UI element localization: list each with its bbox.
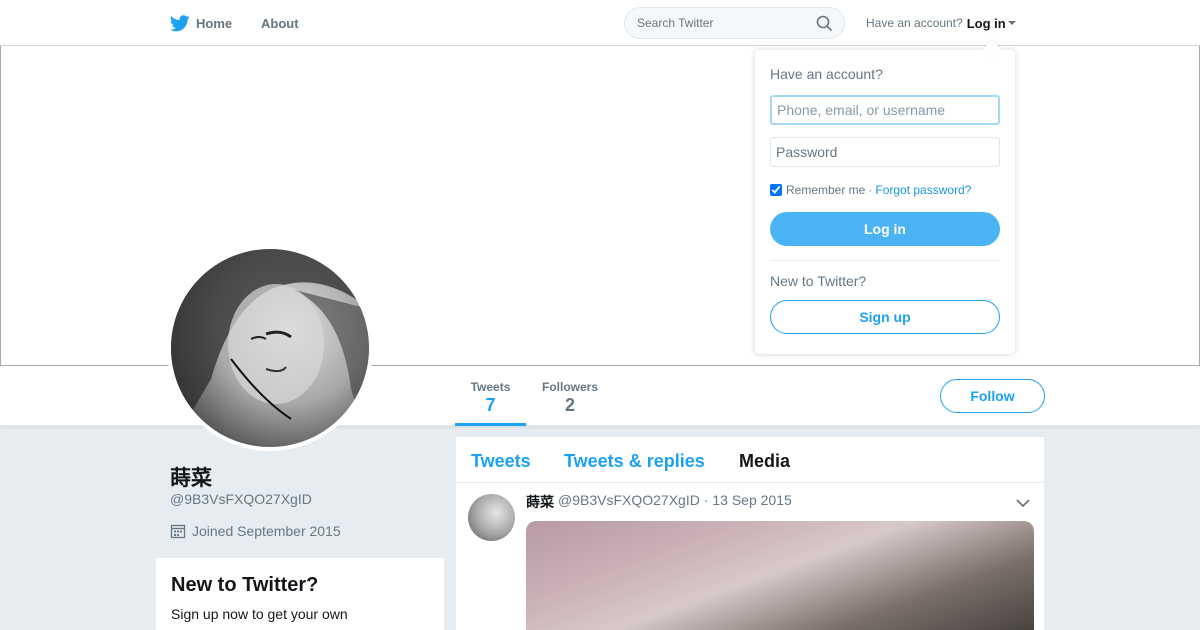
search-icon[interactable] [816, 15, 833, 37]
twitter-bird-icon [170, 14, 190, 32]
profile-name[interactable]: 蒔菜 [170, 462, 212, 492]
separator-dot: · [868, 183, 873, 197]
nav-about-link[interactable]: About [261, 0, 299, 46]
chevron-down-icon[interactable] [1016, 495, 1030, 513]
profile-handle: @9B3VsFXQO27XgID [170, 491, 312, 507]
new-card-text: Sign up now to get your own [171, 606, 348, 622]
stat-tweets-label: Tweets [470, 380, 511, 394]
login-dropdown: Have an account? Remember me · Forgot pa… [755, 40, 1015, 354]
top-nav-bar: Home About Have an account? Log in [0, 0, 1200, 46]
tweet-avatar[interactable] [468, 494, 515, 541]
tweet-date[interactable]: · 13 Sep 2015 [704, 492, 792, 512]
stat-followers-value: 2 [564, 395, 575, 415]
have-account-text: Have an account? [866, 16, 963, 30]
new-to-twitter-text: New to Twitter? [770, 273, 867, 289]
password-field[interactable] [770, 137, 1000, 167]
profile-avatar[interactable] [167, 245, 373, 451]
search-input[interactable] [637, 8, 807, 38]
tweet[interactable]: 蒔菜 @9B3VsFXQO27XgID · 13 Sep 2015 [456, 437, 1044, 630]
login-menu-label: Log in [966, 15, 1006, 31]
signup-button[interactable]: Sign up [770, 300, 1000, 334]
search-box [624, 7, 845, 39]
caret-down-icon [1007, 20, 1016, 26]
remember-row: Remember me · Forgot password? [770, 183, 971, 197]
joined-text: Joined September 2015 [192, 523, 341, 539]
account-area: Have an account? Log in [866, 0, 1016, 46]
tweet-author-name[interactable]: 蒔菜 [526, 492, 554, 512]
new-to-twitter-card: New to Twitter? Sign up now to get your … [156, 558, 444, 630]
dropdown-title: Have an account? [770, 66, 883, 82]
follow-button[interactable]: Follow [940, 379, 1045, 413]
calendar-icon [170, 523, 186, 539]
tweet-header: 蒔菜 @9B3VsFXQO27XgID · 13 Sep 2015 [526, 492, 792, 512]
nav-home-label: Home [196, 15, 233, 31]
divider [770, 260, 1000, 261]
remember-label[interactable]: Remember me [786, 183, 865, 197]
stat-followers[interactable]: Followers 2 [535, 366, 605, 426]
login-button[interactable]: Log in [770, 212, 1000, 246]
nav-home-link[interactable]: Home [170, 0, 232, 46]
stat-followers-label: Followers [541, 380, 598, 394]
username-field[interactable] [770, 95, 1000, 125]
avatar-image [171, 249, 369, 447]
new-card-title: New to Twitter? [171, 574, 319, 596]
stat-tweets-value: 7 [485, 395, 496, 415]
login-menu-button[interactable]: Log in [967, 16, 1016, 31]
tweet-media-image[interactable] [526, 521, 1034, 630]
nav-about-label: About [261, 15, 299, 31]
tweet-author-handle[interactable]: @9B3VsFXQO27XgID [558, 492, 700, 512]
remember-checkbox[interactable] [770, 184, 782, 196]
joined-date: Joined September 2015 [170, 523, 341, 539]
stat-tweets[interactable]: Tweets 7 [455, 366, 526, 426]
forgot-password-link[interactable]: Forgot password? [875, 183, 971, 197]
